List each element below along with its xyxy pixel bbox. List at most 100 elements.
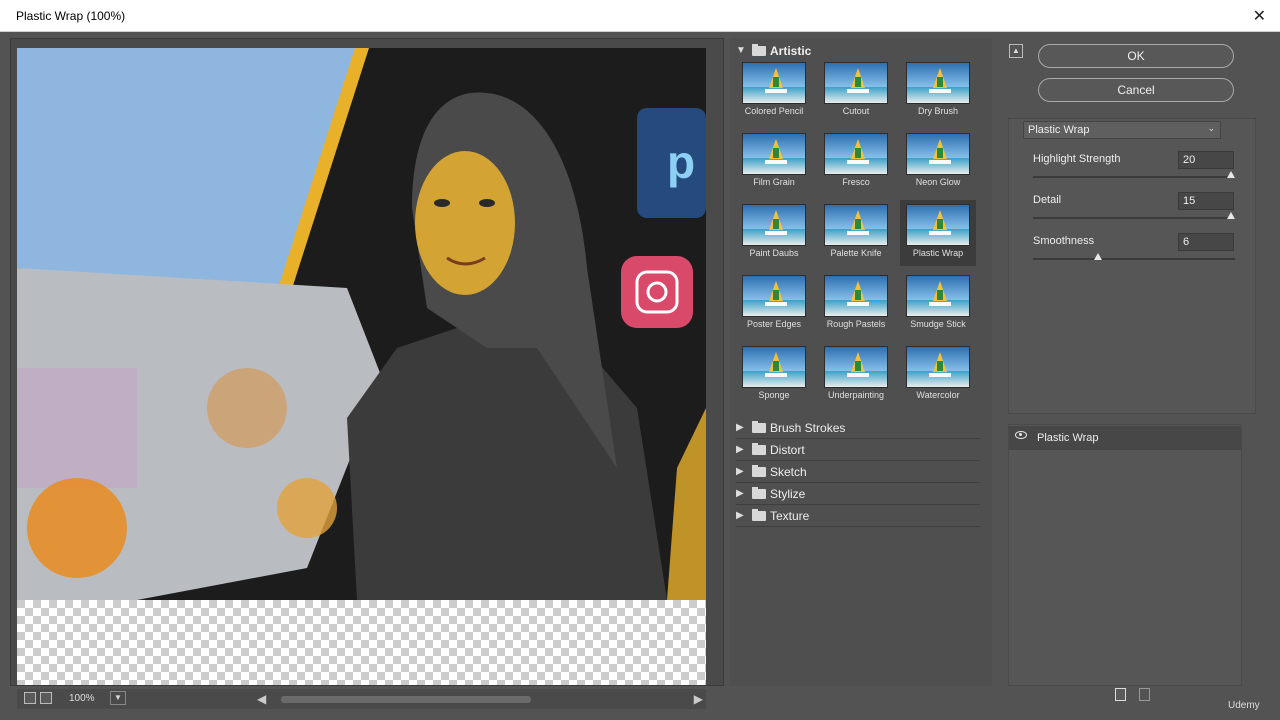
- filter-thumbnail-image: [742, 275, 806, 317]
- category-texture[interactable]: ▶ Texture: [736, 506, 980, 526]
- filter-label: Watercolor: [916, 390, 960, 400]
- filter-thumbnail-image: [824, 133, 888, 175]
- filter-label: Palette Knife: [830, 248, 882, 258]
- folder-icon: [752, 443, 766, 455]
- scroll-left-icon[interactable]: ◀: [257, 692, 266, 706]
- scroll-thumb[interactable]: [281, 696, 531, 703]
- filter-label: Poster Edges: [746, 319, 802, 329]
- trash-icon[interactable]: [1139, 688, 1150, 701]
- folder-icon: [752, 487, 766, 499]
- category-divider: [736, 504, 980, 505]
- filter-label: Fresco: [842, 177, 870, 187]
- filter-label: Film Grain: [753, 177, 795, 187]
- filter-smudge-stick[interactable]: Smudge Stick: [900, 271, 976, 337]
- collapsed-triangle-icon: ▶: [736, 488, 744, 499]
- chevron-down-icon: ⌄: [1207, 123, 1215, 133]
- category-brush-strokes[interactable]: ▶ Brush Strokes: [736, 418, 980, 438]
- filter-thumbnail-image: [906, 275, 970, 317]
- filter-rough-pastels[interactable]: Rough Pastels: [818, 271, 894, 337]
- zoom-out-button[interactable]: [24, 692, 36, 704]
- scroll-right-icon[interactable]: ▶: [694, 692, 703, 706]
- category-sketch[interactable]: ▶ Sketch: [736, 462, 980, 482]
- filter-label: Cutout: [842, 106, 870, 116]
- filter-paint-daubs[interactable]: Paint Daubs: [736, 200, 812, 266]
- svg-text:p: p: [667, 136, 695, 188]
- slider-knob[interactable]: [1227, 171, 1235, 178]
- udemy-watermark: Udemy: [1228, 700, 1260, 711]
- filter-palette-knife[interactable]: Palette Knife: [818, 200, 894, 266]
- filter-gallery: ▼ Artistic Colored Pencil Cutout Dry Brush…: [730, 38, 992, 686]
- filter-fresco[interactable]: Fresco: [818, 129, 894, 195]
- preview-instagram-logo: [621, 256, 693, 328]
- category-distort[interactable]: ▶ Distort: [736, 440, 980, 460]
- filter-label: Plastic Wrap: [912, 248, 964, 258]
- filter-thumbnail-image: [906, 346, 970, 388]
- filter-thumbnail-image: [824, 62, 888, 104]
- filter-thumbnail-image: [742, 133, 806, 175]
- filter-label: Rough Pastels: [826, 319, 886, 329]
- param-label: Detail: [1033, 194, 1062, 206]
- effect-layer-name: Plastic Wrap: [1037, 432, 1099, 444]
- param-label: Smoothness: [1033, 235, 1095, 247]
- effect-layers-panel: [1008, 424, 1242, 686]
- collapsed-triangle-icon: ▶: [736, 466, 744, 477]
- collapse-gallery-icon[interactable]: ▲: [1009, 44, 1023, 58]
- preview-toolbar: 100% ▼ ◀ ▶: [17, 689, 706, 709]
- filter-label: Sponge: [758, 390, 790, 400]
- new-effect-layer-icon[interactable]: [1115, 688, 1126, 701]
- effect-layer-row[interactable]: Plastic Wrap: [1009, 426, 1241, 450]
- filter-colored-pencil[interactable]: Colored Pencil: [736, 58, 812, 124]
- filter-label: Colored Pencil: [744, 106, 804, 116]
- param-value-input[interactable]: 15: [1178, 192, 1234, 210]
- filter-sponge[interactable]: Sponge: [736, 342, 812, 408]
- expanded-triangle-icon: ▼: [736, 45, 746, 56]
- filter-dry-brush[interactable]: Dry Brush: [900, 58, 976, 124]
- filter-select[interactable]: Plastic Wrap ⌄: [1023, 121, 1221, 139]
- filter-thumbnail-image: [824, 346, 888, 388]
- param-value-input[interactable]: 20: [1178, 151, 1234, 169]
- filter-label: Neon Glow: [915, 177, 961, 187]
- ok-button[interactable]: OK: [1038, 44, 1234, 68]
- filter-plastic-wrap[interactable]: Plastic Wrap: [900, 200, 976, 266]
- filter-label: Dry Brush: [917, 106, 958, 116]
- filter-label: Underpainting: [827, 390, 885, 400]
- folder-icon: [752, 421, 766, 433]
- preview-canvas[interactable]: p: [17, 48, 706, 685]
- slider-knob[interactable]: [1227, 212, 1235, 219]
- filter-watercolor[interactable]: Watercolor: [900, 342, 976, 408]
- collapsed-triangle-icon: ▶: [736, 510, 744, 521]
- filter-thumbnail-image: [906, 62, 970, 104]
- cancel-button[interactable]: Cancel: [1038, 78, 1234, 102]
- folder-icon: [752, 44, 766, 56]
- dialog-title-bar: Plastic Wrap (100%) ✕: [0, 0, 1280, 32]
- filter-thumbnail-image: [742, 62, 806, 104]
- category-stylize[interactable]: ▶ Stylize: [736, 484, 980, 504]
- param-slider[interactable]: [1033, 253, 1235, 260]
- filter-film-grain[interactable]: Film Grain: [736, 129, 812, 195]
- folder-icon: [752, 465, 766, 477]
- slider-knob[interactable]: [1094, 253, 1103, 260]
- preview-face: [415, 151, 515, 295]
- zoom-dropdown-icon[interactable]: ▼: [110, 691, 126, 705]
- eye-icon[interactable]: [1015, 431, 1027, 439]
- filter-underpainting[interactable]: Underpainting: [818, 342, 894, 408]
- param-slider[interactable]: [1033, 212, 1235, 219]
- filter-select-value: Plastic Wrap: [1028, 124, 1090, 136]
- zoom-in-button[interactable]: [40, 692, 52, 704]
- category-divider: [736, 482, 980, 483]
- category-divider: [736, 460, 980, 461]
- param-slider[interactable]: [1033, 171, 1235, 178]
- horizontal-scrollbar[interactable]: ◀ ▶: [257, 692, 707, 706]
- filter-poster-edges[interactable]: Poster Edges: [736, 271, 812, 337]
- preview-image: p: [17, 48, 706, 600]
- close-icon[interactable]: ✕: [1253, 6, 1266, 26]
- filter-cutout[interactable]: Cutout: [818, 58, 894, 124]
- filter-thumbnail-image: [824, 204, 888, 246]
- filter-thumbnail-image: [906, 204, 970, 246]
- param-value-input[interactable]: 6: [1178, 233, 1234, 251]
- category-divider: [736, 438, 980, 439]
- filter-thumbnail-image: [906, 133, 970, 175]
- collapsed-triangle-icon: ▶: [736, 444, 744, 455]
- filter-label: Paint Daubs: [749, 248, 799, 258]
- filter-neon-glow[interactable]: Neon Glow: [900, 129, 976, 195]
